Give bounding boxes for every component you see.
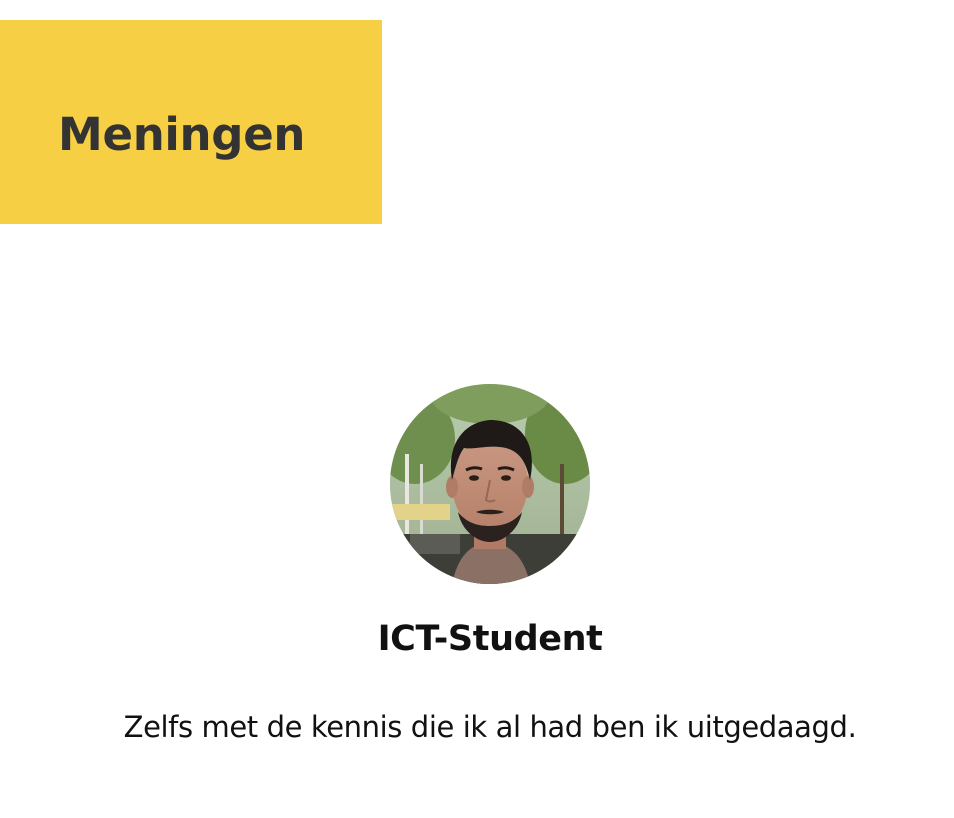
testimonial-quote: Zelfs met de kennis die ik al had ben ik… [123,710,857,744]
person-photo-icon [390,384,590,584]
section-title: Meningen [58,108,306,161]
testimonial-role: ICT-Student [377,619,603,659]
section-header-block: Meningen [0,20,382,224]
avatar [390,384,590,584]
